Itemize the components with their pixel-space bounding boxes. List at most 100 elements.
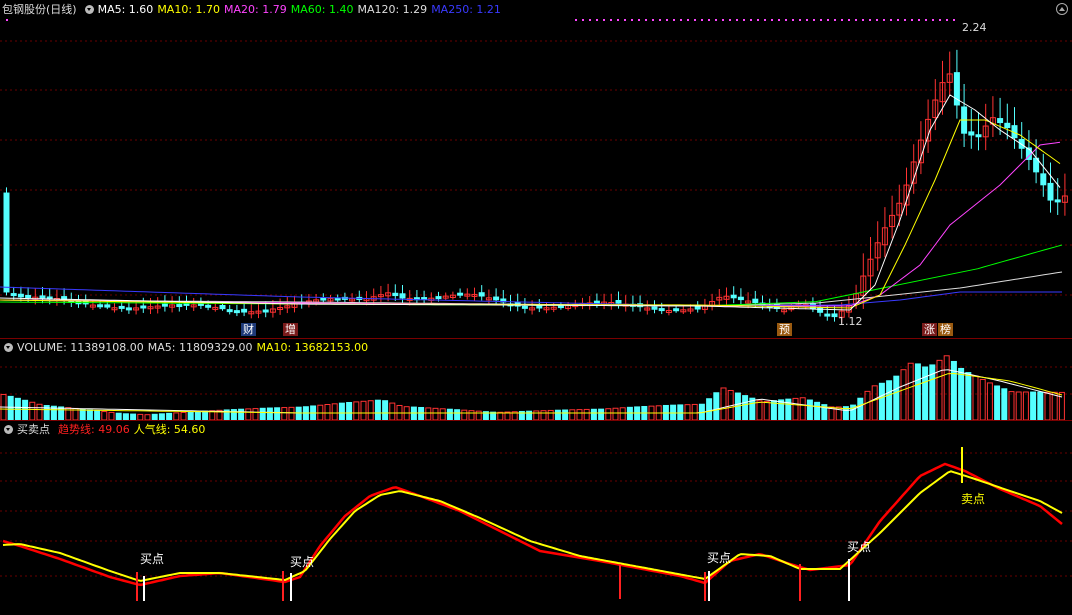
volume-bar: [814, 401, 821, 421]
volume-bar: [677, 404, 684, 421]
signal-dot: [925, 19, 927, 21]
signal-dot: [799, 19, 801, 21]
volume-bar: [943, 355, 950, 421]
signal-dot: [904, 19, 906, 21]
buy-label-2: 买点: [290, 555, 314, 569]
volume-bar: [29, 401, 36, 421]
volume-bar: [115, 412, 122, 421]
tag-bang[interactable]: 榜: [938, 323, 953, 336]
candle-body: [125, 307, 132, 311]
collapse-icon[interactable]: [1056, 3, 1068, 15]
kline-panel[interactable]: 包钢股份(日线) MA5: 1.60 MA10: 1.70 MA20: 1.79 MA6…: [0, 0, 1072, 338]
volume-bar: [907, 362, 914, 421]
signal-dot: [820, 19, 822, 21]
candle-body: [997, 118, 1004, 124]
volume-bar: [720, 387, 727, 421]
signal-dot: [666, 19, 668, 21]
signal-dot: [631, 19, 633, 21]
buy-label-3: 买点: [707, 551, 731, 565]
signal-dot: [582, 19, 584, 21]
volume-bar: [324, 404, 331, 421]
kline-chart[interactable]: [0, 0, 1072, 338]
candle-body: [457, 292, 464, 296]
tag-cai[interactable]: 财: [241, 323, 256, 336]
volume-bar: [756, 400, 763, 421]
volume-bar: [871, 385, 878, 421]
signal-dot: [687, 19, 689, 21]
volume-bar: [972, 375, 979, 421]
candle-body: [1054, 199, 1061, 203]
tag-zeng[interactable]: 增: [283, 323, 298, 336]
volume-bar: [878, 382, 885, 421]
kline-legend: 包钢股份(日线) MA5: 1.60 MA10: 1.70 MA20: 1.79 MA6…: [0, 3, 505, 17]
pop-line-value: 人气线: 54.60: [133, 423, 206, 436]
candle-body: [118, 305, 125, 309]
volume-bar: [598, 408, 605, 421]
signal-dot: [736, 19, 738, 21]
signal-toggle-icon[interactable]: [4, 425, 13, 434]
legend-toggle-icon[interactable]: [84, 5, 94, 14]
signal-dot: [841, 19, 843, 21]
volume-bar: [245, 408, 252, 421]
volume-bar: [1037, 391, 1044, 421]
volume-panel[interactable]: VOLUME: 11389108.00 MA5: 11809329.00 MA10:…: [0, 338, 1072, 421]
candle-body: [557, 305, 564, 309]
candle-body: [226, 309, 233, 313]
candle-body: [694, 306, 701, 310]
signal-dot: [659, 19, 661, 21]
volume-bar: [994, 385, 1001, 421]
tag-zhang[interactable]: 涨: [922, 323, 937, 336]
volume-bar: [540, 410, 547, 421]
signal-chart[interactable]: 买点 买点 买点买点卖点: [0, 421, 1072, 615]
candle-body: [233, 310, 240, 314]
candle-body: [1040, 173, 1047, 186]
signal-dot: [939, 19, 941, 21]
volume-bar: [418, 406, 425, 421]
candle-body: [975, 134, 982, 138]
ma60-value: MA60: 1.40: [290, 3, 354, 16]
signal-dot: [946, 19, 948, 21]
volume-toggle-icon[interactable]: [4, 343, 13, 352]
volume-bar: [958, 367, 965, 421]
volume-bar: [252, 408, 259, 421]
volume-bar: [374, 399, 381, 421]
candle-body: [493, 296, 500, 301]
volume-bar: [914, 363, 921, 421]
signal-dot: [855, 19, 857, 21]
volume-bar: [101, 411, 108, 421]
volume-bar: [259, 407, 266, 421]
volume-bar: [58, 406, 65, 421]
volume-bar: [626, 406, 633, 421]
signal-dot: [694, 19, 696, 21]
volume-bar: [554, 409, 561, 421]
volume-bar: [194, 411, 201, 421]
candle-body: [673, 308, 680, 312]
candle-body: [25, 294, 32, 298]
volume-bar: [922, 366, 929, 421]
tag-yu[interactable]: 预: [777, 323, 792, 336]
volume-bar: [266, 407, 273, 421]
volume-bar: [936, 359, 943, 421]
signal-dot: [890, 19, 892, 21]
signal-dot: [827, 19, 829, 21]
signal-panel[interactable]: 买点 买点 买点 买点 卖点 买卖点 趋势线: 49.06 人气线: 54.60: [0, 420, 1072, 615]
signal-dot: [953, 19, 955, 21]
volume-bar: [799, 397, 806, 421]
candle-body: [97, 304, 104, 308]
volume-bar: [900, 369, 907, 421]
candle-body: [831, 313, 838, 318]
signal-legend: 买卖点 趋势线: 49.06 人气线: 54.60: [0, 423, 209, 437]
volume-bar: [576, 409, 583, 421]
signal-dot: [876, 19, 878, 21]
volume-bar: [288, 406, 295, 421]
volume-bar: [180, 411, 187, 421]
signal-dot: [673, 19, 675, 21]
volume-bar: [778, 399, 785, 421]
volume-bar: [886, 380, 893, 421]
volume-bar: [684, 404, 691, 421]
ma250-value: MA250: 1.21: [431, 3, 501, 16]
candle-body: [1004, 122, 1011, 129]
volume-bar: [590, 408, 597, 421]
candle-body: [10, 293, 17, 297]
volume-bar: [439, 408, 446, 421]
